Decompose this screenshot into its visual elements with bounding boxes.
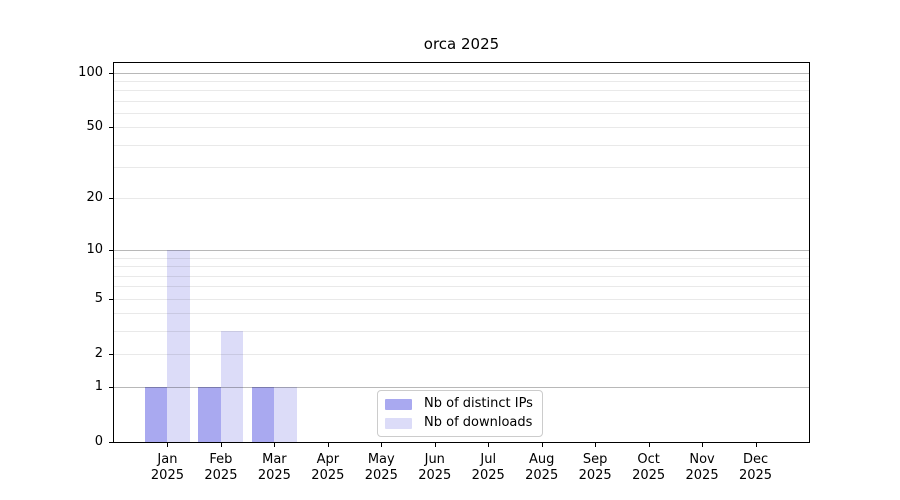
- y-tick-label-100: 100: [78, 64, 103, 80]
- gridline-minor-80: [114, 90, 809, 92]
- x-tick-mark-feb: [220, 443, 222, 447]
- legend-label-distinct-ips: Nb of distinct IPs: [424, 396, 533, 411]
- gridline-minor-70: [114, 100, 809, 102]
- gridline-major-1: [114, 386, 809, 388]
- gridline-major-10: [114, 250, 809, 252]
- y-tick-label-1: 1: [94, 378, 103, 394]
- y-tick-mark-2: [109, 354, 113, 356]
- figure: orca 2025 Nb of distinct IPs Nb of downl…: [0, 0, 900, 500]
- y-tick-label-20: 20: [86, 190, 103, 206]
- x-tick-mark-apr: [327, 443, 329, 447]
- gridline-minor-90: [114, 81, 809, 83]
- legend: Nb of distinct IPs Nb of downloads: [377, 390, 543, 437]
- x-tick-mark-mar: [274, 443, 276, 447]
- grid-layer: [114, 63, 809, 442]
- x-tick-mark-nov: [702, 443, 704, 447]
- y-tick-mark-10: [109, 250, 113, 252]
- gridline-minor-7: [114, 275, 809, 277]
- chart-title: orca 2025: [423, 35, 500, 53]
- y-tick-mark-1: [109, 386, 113, 388]
- gridline-minor-60: [114, 113, 809, 115]
- y-tick-label-10: 10: [86, 242, 103, 258]
- legend-item-distinct-ips: Nb of distinct IPs: [385, 396, 533, 412]
- gridline-minor-5: [114, 298, 809, 300]
- plot-area: Nb of distinct IPs Nb of downloads: [113, 62, 810, 443]
- x-tick-mark-dec: [755, 443, 757, 447]
- gridline-minor-3: [114, 331, 809, 333]
- x-tick-mark-oct: [648, 443, 650, 447]
- gridline-minor-2: [114, 354, 809, 356]
- gridline-minor-50: [114, 127, 809, 129]
- x-tick-mark-jul: [488, 443, 490, 447]
- gridline-minor-20: [114, 198, 809, 200]
- y-tick-label-0: 0: [94, 434, 103, 449]
- gridline-minor-8: [114, 266, 809, 268]
- y-tick-label-50: 50: [86, 119, 103, 135]
- legend-label-downloads: Nb of downloads: [424, 415, 533, 430]
- x-tick-label-month: Dec: [742, 452, 769, 467]
- x-tick-mark-aug: [541, 443, 543, 447]
- gridline-major-100: [114, 72, 809, 74]
- y-tick-mark-0: [109, 442, 113, 443]
- gridline-minor-40: [114, 144, 809, 146]
- y-tick-label-2: 2: [94, 346, 103, 362]
- gridline-minor-4: [114, 313, 809, 315]
- legend-swatch-distinct-ips: [385, 398, 412, 410]
- y-tick-mark-20: [109, 198, 113, 200]
- y-tick-label-5: 5: [94, 290, 103, 306]
- gridline-minor-30: [114, 167, 809, 169]
- gridline-minor-6: [114, 286, 809, 288]
- x-tick-mark-jun: [434, 443, 436, 447]
- x-tick-label-year: 2025: [738, 467, 773, 483]
- x-tick-mark-jan: [167, 443, 169, 447]
- gridline-minor-9: [114, 257, 809, 259]
- y-tick-mark-5: [109, 298, 113, 300]
- x-tick-mark-may: [381, 443, 383, 447]
- y-tick-mark-50: [109, 127, 113, 129]
- legend-swatch-downloads: [385, 417, 412, 429]
- legend-item-downloads: Nb of downloads: [385, 415, 533, 431]
- x-tick-label-dec: Dec 2025: [724, 452, 788, 483]
- x-tick-mark-sep: [595, 443, 597, 447]
- y-tick-mark-100: [109, 72, 113, 74]
